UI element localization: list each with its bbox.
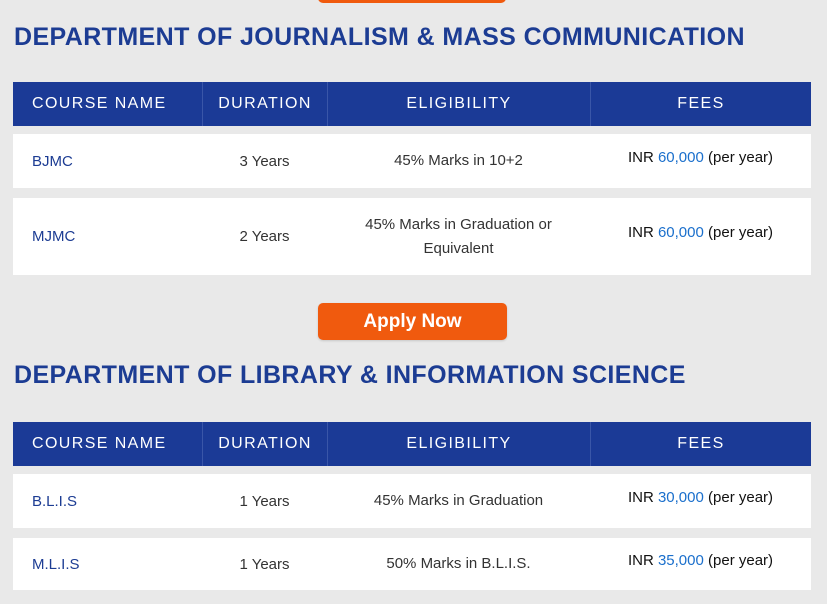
department-title: DEPARTMENT OF JOURNALISM & MASS COMMUNIC… [14, 23, 745, 51]
course-name[interactable]: B.L.I.S [13, 474, 202, 528]
duration: 2 Years [239, 228, 290, 245]
table-row: M.L.I.S 1 Years 50% Marks in B.L.I.S. IN… [13, 538, 811, 590]
eligibility: 45% Marks in Graduation or Equivalent [365, 215, 552, 257]
fee-amount: 30,000 [657, 489, 704, 506]
fee-currency: INR [627, 224, 654, 241]
fees: INR 35,000 (per year) [590, 538, 811, 590]
apply-now-button[interactable]: Apply Now [318, 303, 507, 340]
fee-period: (per year) [708, 552, 774, 569]
fee-amount: 35,000 [657, 552, 704, 569]
header-fees: FEES [590, 82, 811, 126]
fees: INR 60,000 (per year) [590, 134, 811, 188]
fees: INR 30,000 (per year) [590, 474, 811, 528]
course-table: COURSE NAME DURATION ELIGIBILITY FEES BJ… [13, 82, 811, 275]
fee-period: (per year) [708, 224, 774, 241]
eligibility: 45% Marks in 10+2 [394, 152, 523, 169]
duration: 1 Years [239, 492, 290, 510]
course-name[interactable]: BJMC [13, 134, 202, 188]
department-title: DEPARTMENT OF LIBRARY & INFORMATION SCIE… [14, 361, 686, 389]
header-course-name: COURSE NAME [32, 95, 167, 112]
course-name[interactable]: MJMC [13, 198, 202, 275]
header-eligibility: ELIGIBILITY [327, 422, 590, 466]
fee-amount: 60,000 [657, 149, 704, 166]
fees: INR 60,000 (per year) [590, 198, 811, 275]
fee-period: (per year) [708, 489, 774, 506]
apply-now-button-partial[interactable] [318, 0, 506, 3]
eligibility: 50% Marks in B.L.I.S. [386, 555, 531, 572]
header-duration: DURATION [202, 82, 327, 126]
course-table: COURSE NAME DURATION ELIGIBILITY FEES B.… [13, 422, 811, 590]
table-row: MJMC 2 Years 45% Marks in Graduation or … [13, 198, 811, 275]
fee-currency: INR [627, 489, 654, 506]
header-duration: DURATION [202, 422, 327, 466]
header-eligibility: ELIGIBILITY [327, 82, 590, 126]
header-course-name: COURSE NAME [32, 435, 167, 452]
fee-period: (per year) [708, 149, 774, 166]
table-header: COURSE NAME DURATION ELIGIBILITY FEES [13, 82, 811, 126]
duration: 3 Years [239, 152, 290, 170]
fee-currency: INR [627, 552, 654, 569]
duration: 1 Years [239, 555, 290, 573]
course-name[interactable]: M.L.I.S [13, 538, 202, 590]
table-row: BJMC 3 Years 45% Marks in 10+2 INR 60,00… [13, 134, 811, 188]
header-fees: FEES [590, 422, 811, 466]
eligibility: 45% Marks in Graduation [373, 492, 544, 509]
table-row: B.L.I.S 1 Years 45% Marks in Graduation … [13, 474, 811, 528]
fee-currency: INR [627, 149, 654, 166]
table-header: COURSE NAME DURATION ELIGIBILITY FEES [13, 422, 811, 466]
fee-amount: 60,000 [657, 224, 704, 241]
